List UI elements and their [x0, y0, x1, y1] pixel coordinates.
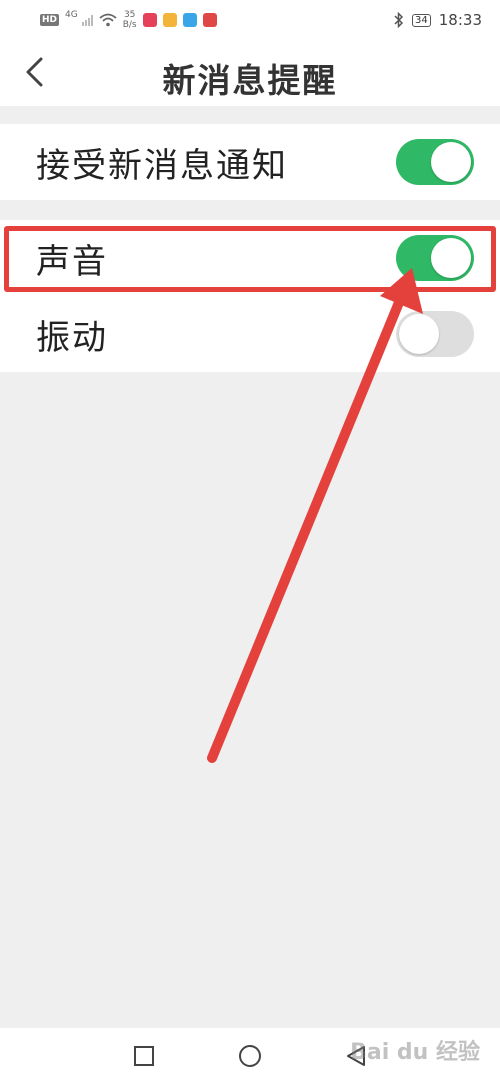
settings-group-notifications: 接受新消息通知: [0, 124, 500, 200]
signal-icon: [81, 14, 93, 26]
speed-unit: B/s: [122, 20, 137, 30]
toggle-knob: [399, 314, 439, 354]
wifi-icon: [99, 13, 117, 27]
recent-apps-button[interactable]: [130, 1042, 158, 1070]
toggle-knob: [431, 142, 471, 182]
setting-label: 接受新消息通知: [36, 145, 288, 186]
setting-row-vibration[interactable]: 振动: [0, 296, 500, 372]
clock: 18:33: [438, 11, 482, 29]
settings-group-alerts: 声音 振动: [0, 220, 500, 372]
battery-icon: 34: [412, 13, 431, 27]
network-speed: 35 B/s: [123, 10, 137, 30]
circle-icon: [239, 1045, 261, 1067]
header: 新消息提醒: [0, 40, 500, 106]
app-notification-icon: [182, 13, 197, 27]
vibration-toggle[interactable]: [396, 311, 474, 357]
setting-label: 声音: [36, 241, 108, 282]
app-notification-icon: [162, 13, 177, 27]
sound-toggle[interactable]: [396, 235, 474, 281]
page-title: 新消息提醒: [162, 61, 338, 100]
speed-value: 35: [123, 10, 136, 20]
receive-notifications-toggle[interactable]: [396, 139, 474, 185]
toggle-knob: [431, 238, 471, 278]
status-right: 34 18:33: [394, 11, 482, 29]
app-notification-icon: [142, 13, 157, 27]
hd-badge: HD: [40, 14, 60, 26]
network-type: 4G: [65, 10, 78, 20]
app-notification-icon: [202, 13, 217, 27]
setting-row-receive-notifications[interactable]: 接受新消息通知: [0, 124, 500, 200]
status-bar: HD 4G 35 B/s 34 18:33: [0, 0, 500, 40]
setting-row-sound[interactable]: 声音: [0, 220, 500, 296]
square-icon: [134, 1046, 154, 1066]
setting-label: 振动: [36, 317, 108, 358]
home-button[interactable]: [236, 1042, 264, 1070]
watermark: Bai du 经验: [350, 1040, 480, 1065]
status-left: HD 4G 35 B/s: [40, 10, 217, 30]
bluetooth-icon: [394, 12, 404, 28]
